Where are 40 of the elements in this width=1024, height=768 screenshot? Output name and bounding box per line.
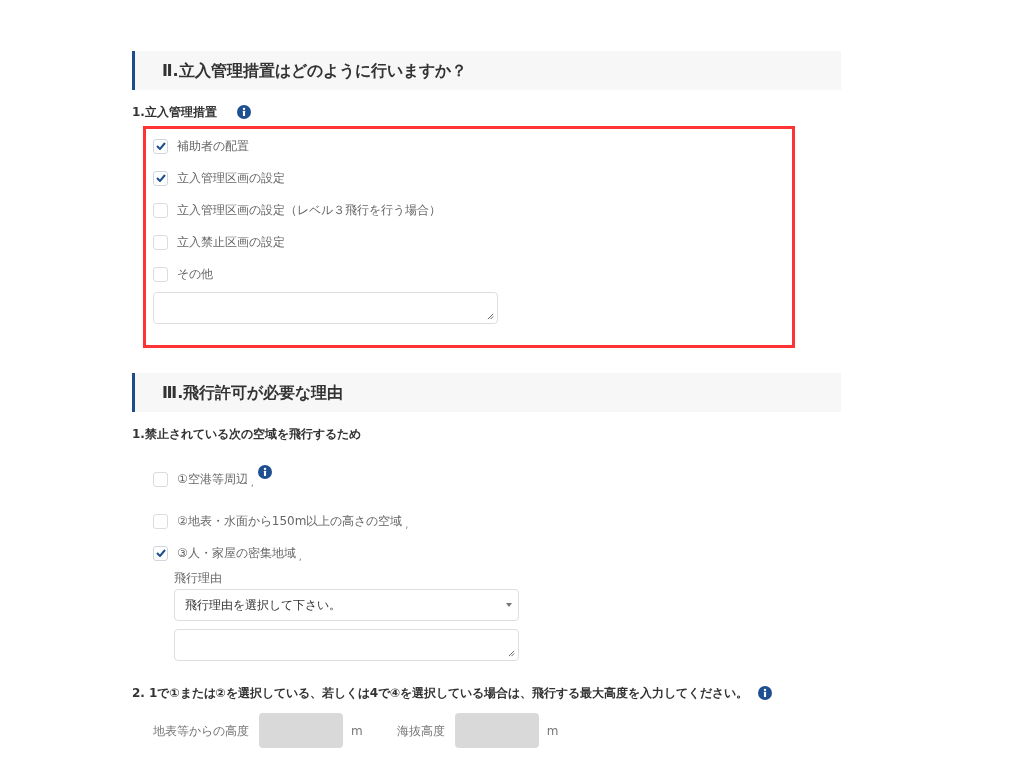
option-label: ②地表・水面から150m以上の高さの空域 [177, 513, 403, 530]
question-label: 1.禁止されている次の空域を飛行するため [132, 425, 361, 443]
punctuation-mark: , [298, 552, 302, 562]
punctuation-mark: , [405, 520, 409, 530]
resize-grip-icon[interactable] [508, 650, 515, 657]
info-icon[interactable] [758, 685, 773, 700]
checkbox[interactable] [153, 545, 168, 561]
section-heading: Ⅱ.立入管理措置はどのように行いますか？ [132, 51, 841, 90]
question-label: 1.立入管理措置 [132, 103, 217, 121]
info-icon[interactable] [257, 465, 272, 479]
section-heading: Ⅲ.飛行許可が必要な理由 [132, 373, 841, 412]
checkbox[interactable] [153, 202, 168, 218]
checkbox[interactable] [153, 266, 168, 282]
checkmark-icon [155, 174, 166, 182]
option-label: ③人・家屋の密集地域 [177, 545, 296, 562]
field-label: 地表等からの高度 [153, 722, 249, 740]
info-icon[interactable] [236, 104, 251, 119]
checkmark-icon [155, 549, 166, 557]
select-field[interactable]: 飛行理由を選択して下さい。 [174, 589, 519, 621]
select-value: 飛行理由を選択して下さい。 [185, 597, 341, 614]
question-label: 2. 1で①または②を選択している、若しくは4で④を選択している場合は、飛行する最大高度を入力してください。 [132, 684, 749, 702]
option-label: 立入禁止区画の設定 [177, 234, 285, 251]
option-label: 立入管理区画の設定（レベル３飛行を行う場合） [177, 202, 441, 219]
caret-icon [506, 603, 512, 607]
checkbox[interactable] [153, 471, 168, 487]
option-label: ①空港等周辺 [177, 471, 248, 488]
checkbox[interactable] [153, 234, 168, 250]
checkmark-icon [155, 142, 166, 150]
unit-label: m [351, 722, 363, 740]
option-label: 立入管理区画の設定 [177, 170, 285, 187]
unit-label: m [546, 722, 559, 740]
checkbox[interactable] [153, 170, 168, 186]
field-label: 飛行理由 [174, 571, 222, 585]
field-label: 海抜高度 [396, 722, 445, 740]
option-label: その他 [177, 266, 213, 283]
checkbox[interactable] [153, 138, 168, 154]
punctuation-mark: , [250, 478, 254, 488]
checkbox[interactable] [153, 513, 168, 529]
option-label: 補助者の配置 [177, 138, 249, 155]
resize-grip-icon[interactable] [487, 313, 494, 320]
